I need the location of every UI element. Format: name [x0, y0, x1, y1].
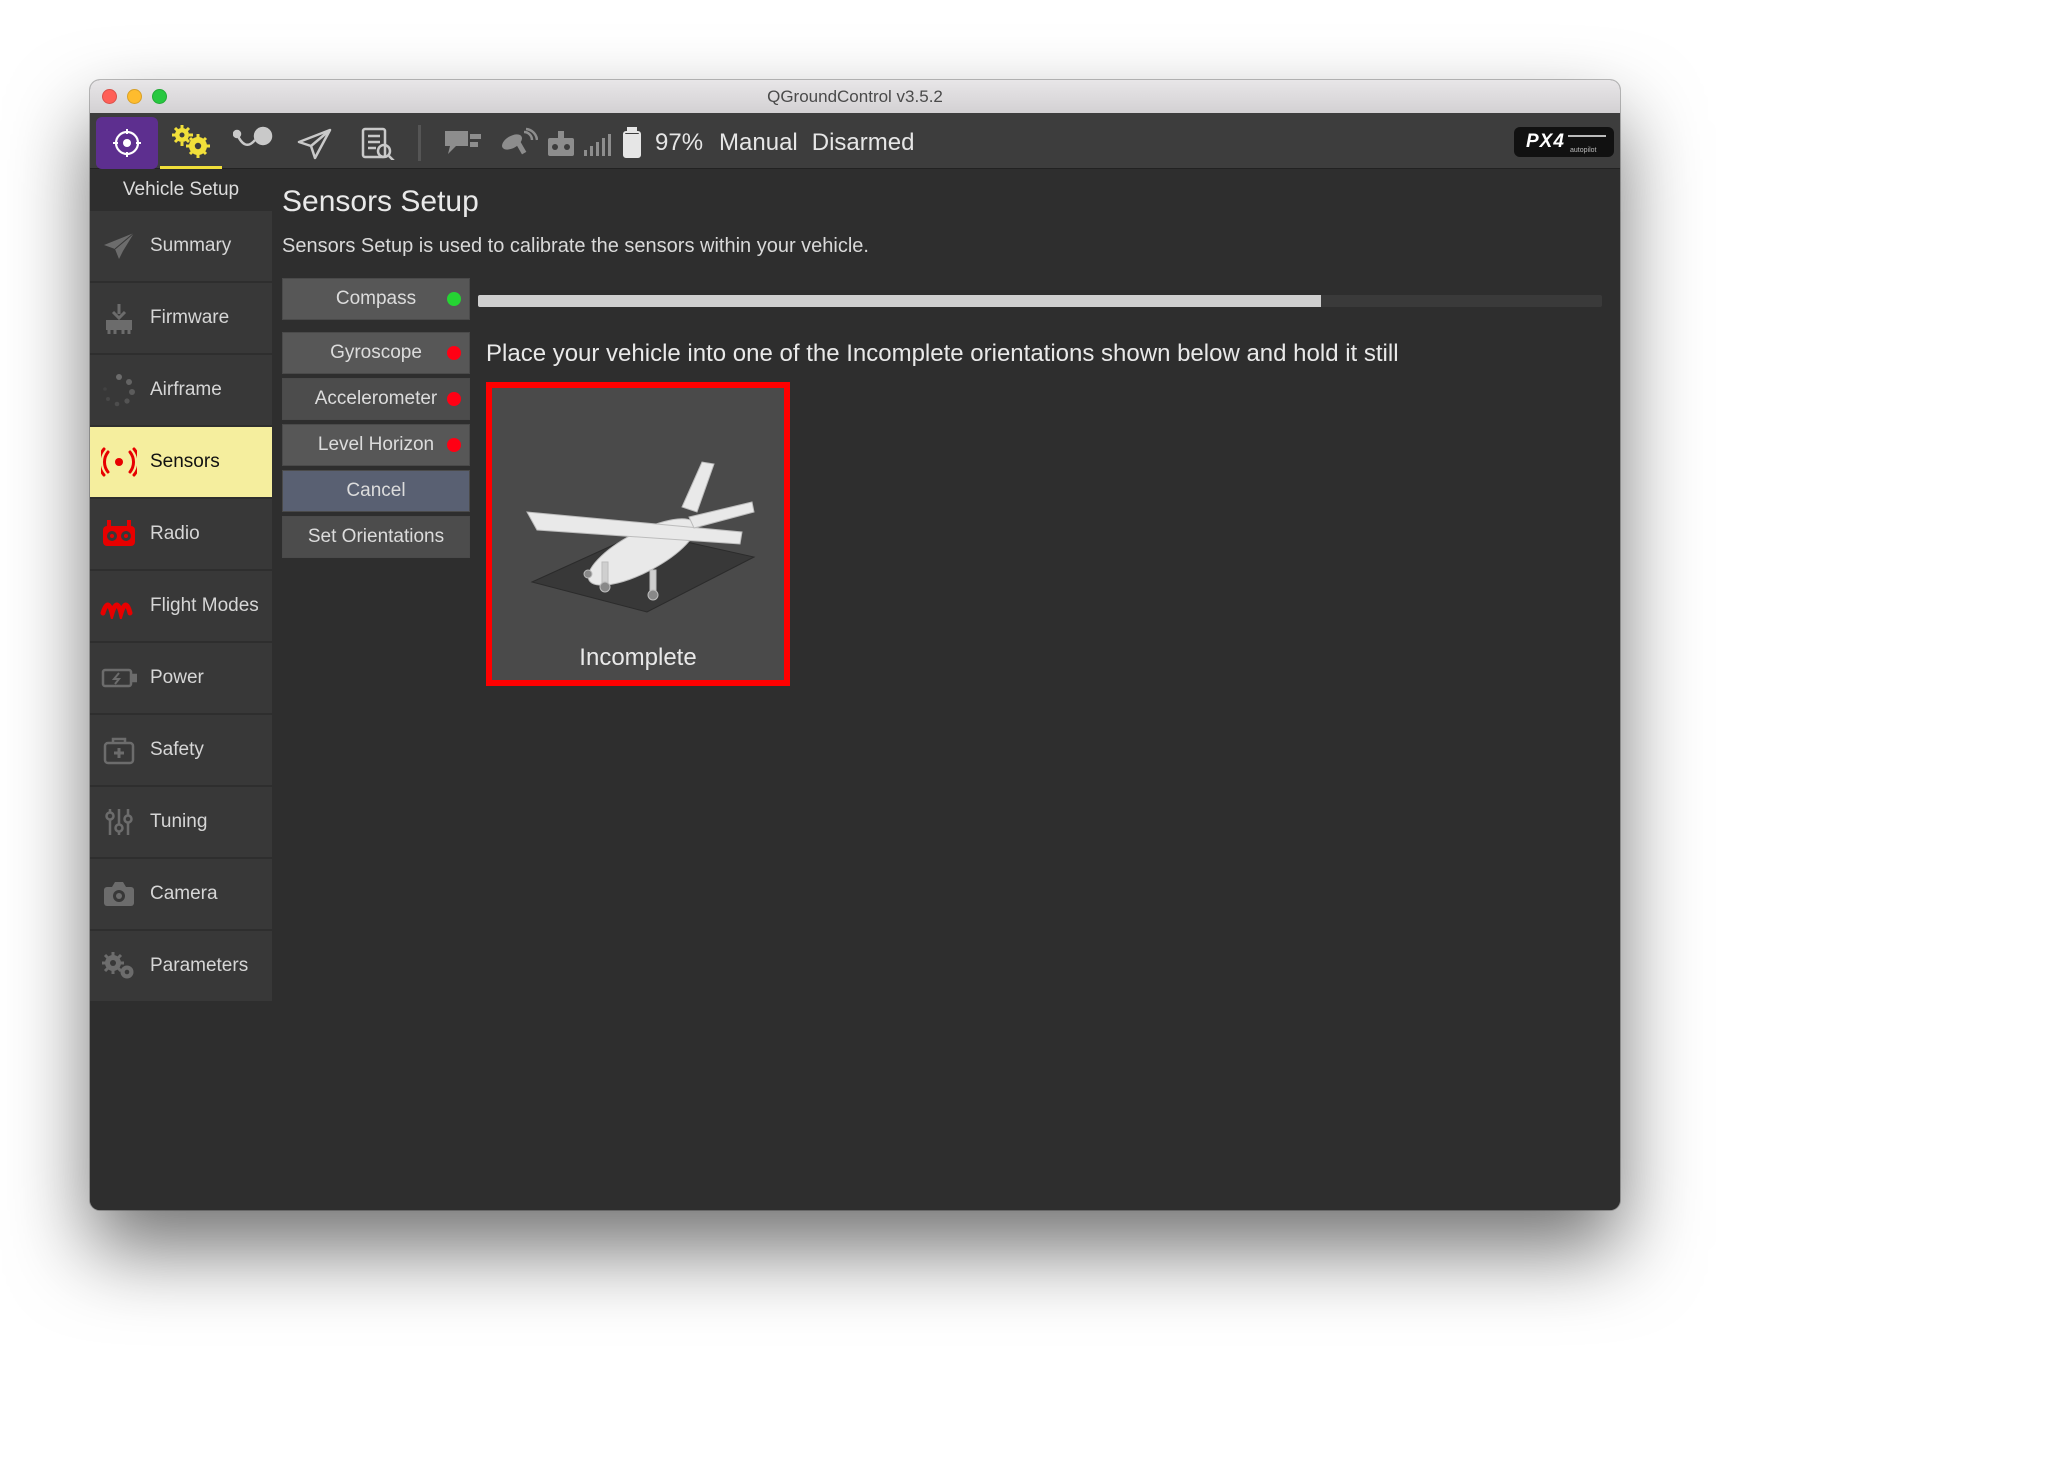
toolbar-separator [418, 125, 421, 161]
gyroscope-button[interactable]: Gyroscope [282, 332, 470, 374]
px4-brand-logo: PX4 autopilot [1514, 125, 1614, 161]
plan-view-button[interactable]: B [222, 117, 284, 169]
sidebar-item-label: Power [150, 667, 204, 689]
battery-button[interactable]: 97% [615, 117, 709, 169]
sidebar-item-label: Sensors [150, 451, 220, 473]
camera-icon [100, 875, 138, 913]
battery-icon [100, 659, 138, 697]
chip-download-icon [100, 299, 138, 337]
sidebar-item-parameters[interactable]: Parameters [90, 931, 272, 1001]
instruction-text: Place your vehicle into one of the Incom… [486, 338, 1602, 370]
sidebar-item-label: Safety [150, 739, 204, 761]
compass-button-label: Compass [336, 288, 416, 310]
sidebar-item-label: Tuning [150, 811, 207, 833]
first-aid-icon [100, 731, 138, 769]
sidebar-item-firmware[interactable]: Firmware [90, 283, 272, 353]
sensors-icon [100, 443, 138, 481]
page-subtitle: Sensors Setup is used to calibrate the s… [282, 235, 1602, 258]
level-horizon-button[interactable]: Level Horizon [282, 424, 470, 466]
status-dot-red [447, 346, 461, 360]
sidebar-item-label: Airframe [150, 379, 222, 401]
calibration-progress [478, 295, 1602, 307]
sliders-icon [100, 803, 138, 841]
gears-icon [100, 947, 138, 985]
cancel-button[interactable]: Cancel [282, 470, 470, 512]
app-logo-button[interactable] [96, 117, 158, 169]
analyze-view-button[interactable] [346, 117, 408, 169]
orientation-status-label: Incomplete [579, 644, 696, 672]
sidebar-item-flight-modes[interactable]: Flight Modes [90, 571, 272, 641]
page-title: Sensors Setup [282, 185, 1602, 219]
sidebar-item-power[interactable]: Power [90, 643, 272, 713]
sidebar-item-radio[interactable]: Radio [90, 499, 272, 569]
accelerometer-button-label: Accelerometer [315, 388, 438, 410]
set-orientations-button-label: Set Orientations [308, 526, 444, 548]
status-dot-green [447, 292, 461, 306]
sidebar-item-camera[interactable]: Camera [90, 859, 272, 929]
titlebar: QGroundControl v3.5.2 [90, 80, 1620, 113]
sidebar-item-safety[interactable]: Safety [90, 715, 272, 785]
svg-text:PX4: PX4 [1526, 131, 1565, 152]
cancel-button-label: Cancel [346, 480, 405, 502]
sidebar-item-label: Parameters [150, 955, 248, 977]
sidebar-item-summary[interactable]: Summary [90, 211, 272, 281]
paper-plane-icon [100, 227, 138, 265]
app-window: QGroundControl v3.5.2 B [90, 80, 1620, 1210]
status-dot-red [447, 392, 461, 406]
svg-text:autopilot: autopilot [1570, 147, 1597, 154]
window-title: QGroundControl v3.5.2 [90, 87, 1620, 107]
sidebar-item-tuning[interactable]: Tuning [90, 787, 272, 857]
messages-button[interactable] [431, 117, 493, 169]
wave-icon [100, 587, 138, 625]
gps-button[interactable] [493, 117, 543, 169]
orientation-tile[interactable]: Incomplete [486, 382, 790, 686]
vehicle-setup-sidebar: Vehicle Setup Summary Firmware Airframe … [90, 169, 272, 1210]
top-toolbar: B 97% Manual Disarmed [90, 113, 1620, 169]
level-horizon-button-label: Level Horizon [318, 434, 434, 456]
status-dot-red [447, 438, 461, 452]
sidebar-item-label: Summary [150, 235, 231, 257]
loading-dots-icon [100, 371, 138, 409]
sidebar-item-sensors[interactable]: Sensors [90, 427, 272, 497]
flight-mode-label[interactable]: Manual [719, 129, 798, 157]
fly-view-button[interactable] [284, 117, 346, 169]
sidebar-item-label: Firmware [150, 307, 229, 329]
calibration-progress-fill [478, 295, 1321, 307]
setup-view-button[interactable] [160, 117, 222, 169]
armed-state-label[interactable]: Disarmed [812, 129, 915, 157]
compass-button[interactable]: Compass [282, 278, 470, 320]
sidebar-item-label: Flight Modes [150, 595, 259, 617]
battery-percent: 97% [655, 129, 703, 157]
radio-controller-icon [100, 515, 138, 553]
set-orientations-button[interactable]: Set Orientations [282, 516, 470, 558]
sidebar-item-label: Radio [150, 523, 200, 545]
sidebar-item-label: Camera [150, 883, 218, 905]
gyroscope-button-label: Gyroscope [330, 342, 422, 364]
accelerometer-button[interactable]: Accelerometer [282, 378, 470, 420]
vehicle-orientation-icon [492, 402, 784, 632]
main-content: Sensors Setup Sensors Setup is used to c… [272, 169, 1620, 1210]
sidebar-item-airframe[interactable]: Airframe [90, 355, 272, 425]
sidebar-title: Vehicle Setup [90, 169, 272, 211]
svg-text:B: B [259, 132, 267, 144]
rc-button[interactable] [543, 117, 615, 169]
